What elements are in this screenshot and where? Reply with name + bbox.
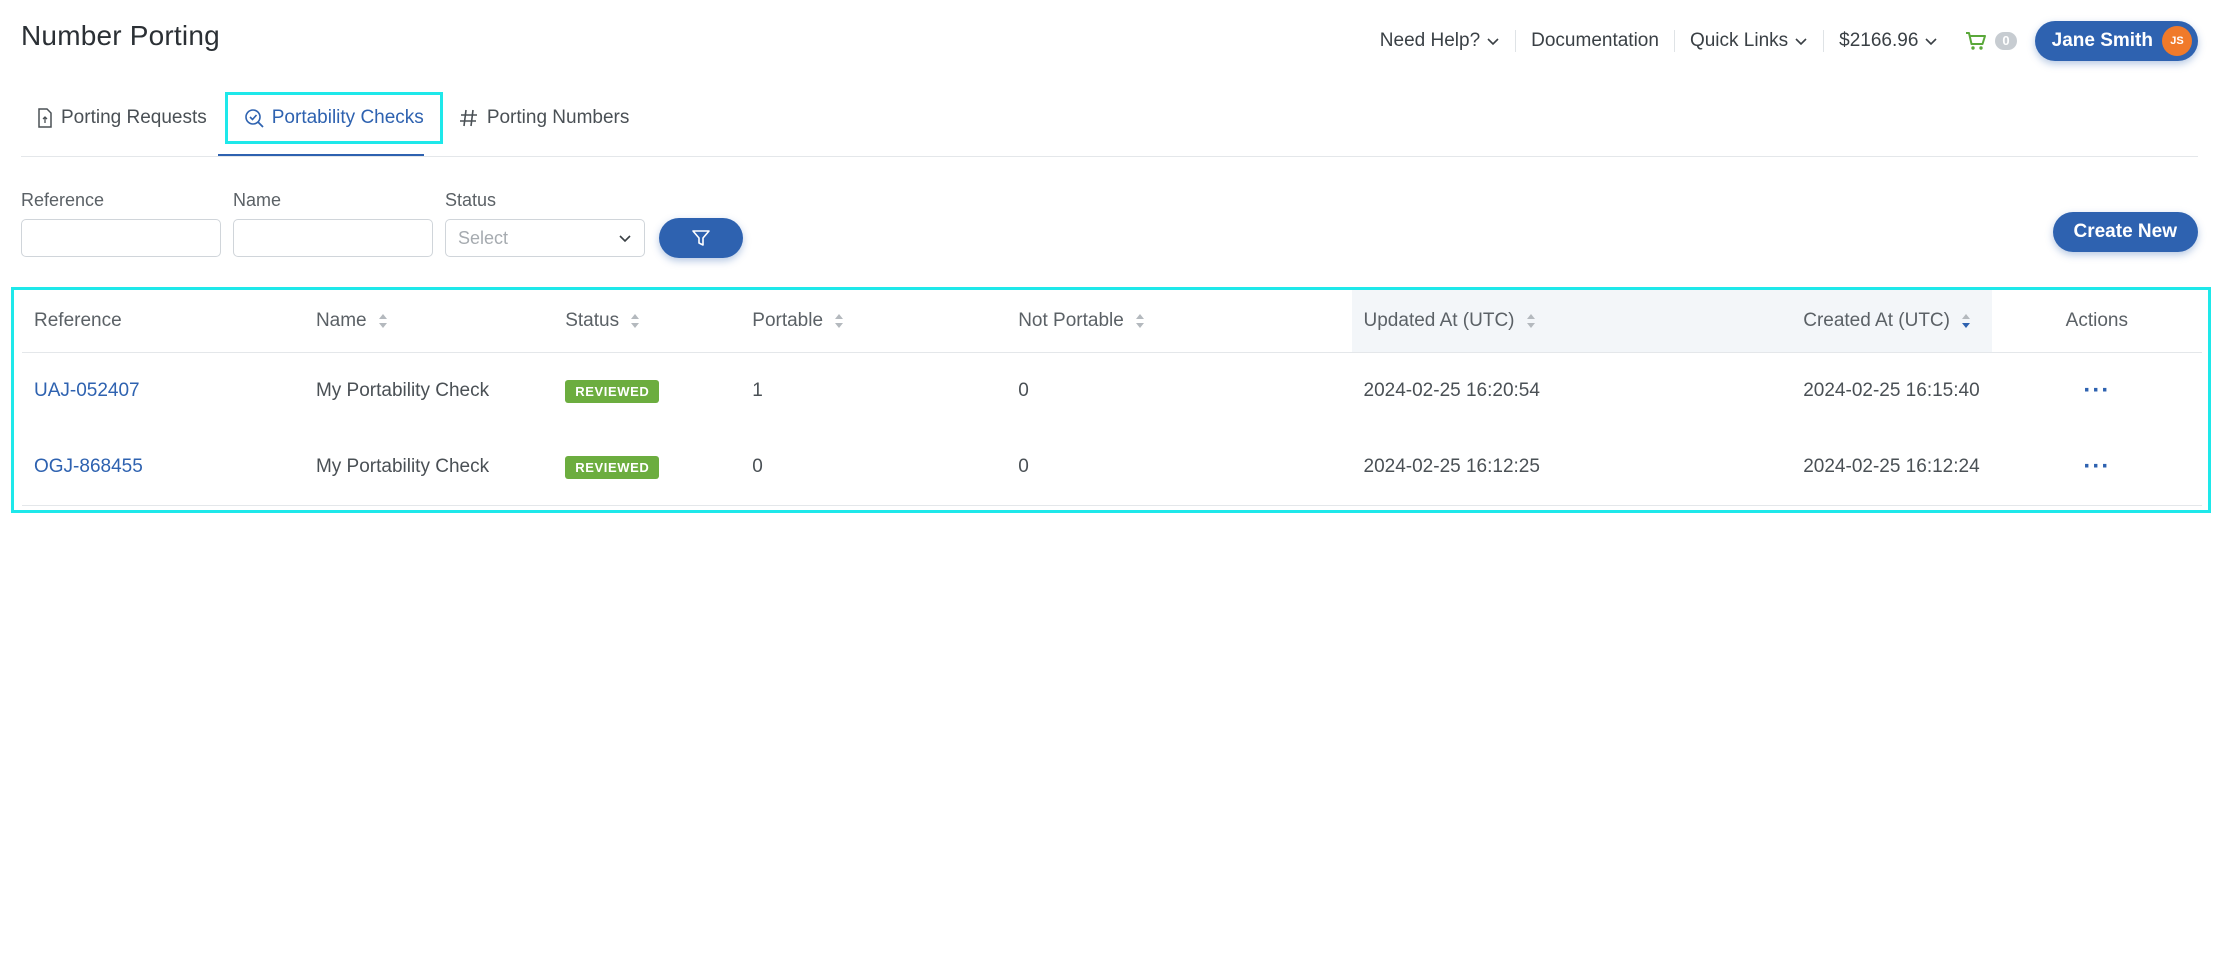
name-cell: My Portability Check <box>315 380 490 401</box>
sort-icon[interactable] <box>630 313 640 329</box>
active-tab-indicator <box>218 154 424 156</box>
column-header-created-at[interactable]: Created At (UTC) <box>1791 290 1992 353</box>
column-header-status[interactable]: Status <box>553 290 741 353</box>
hash-icon <box>459 109 477 127</box>
balance-amount: $2166.96 <box>1839 30 1919 51</box>
user-name: Jane Smith <box>2051 30 2153 51</box>
name-input[interactable] <box>233 219 433 257</box>
row-actions-menu-icon[interactable]: ··· <box>2083 453 2110 480</box>
reference-link[interactable]: OGJ-868455 <box>34 456 143 477</box>
created-at-cell: 2024-02-25 16:15:40 <box>1803 380 1980 401</box>
column-header-portable[interactable]: Portable <box>740 290 1007 353</box>
filter-icon <box>692 230 710 246</box>
tab-porting-requests[interactable]: Porting Requests <box>21 92 223 144</box>
portability-checks-table: Reference Name Status Portable Not Porta… <box>11 287 2211 513</box>
page-title: Number Porting <box>21 20 220 51</box>
tab-label: Porting Requests <box>61 107 207 128</box>
user-menu-button[interactable]: Jane Smith JS <box>2034 21 2198 61</box>
reference-filter: Reference <box>21 190 221 257</box>
status-filter: Status Select <box>445 190 645 257</box>
quick-links-menu[interactable]: Quick Links <box>1675 30 1823 52</box>
sort-icon[interactable] <box>1526 313 1536 329</box>
sort-desc-icon[interactable] <box>1961 313 1971 329</box>
not-portable-cell: 0 <box>1018 380 1029 401</box>
tab-bar: Porting Requests Portability Checks Port… <box>21 92 2198 157</box>
tab-label: Portability Checks <box>271 107 424 128</box>
name-filter: Name <box>233 190 433 257</box>
create-new-button[interactable]: Create New <box>2052 212 2198 252</box>
name-filter-label: Name <box>233 190 282 210</box>
avatar: JS <box>2162 26 2192 56</box>
column-header-not-portable[interactable]: Not Portable <box>1006 290 1352 353</box>
chevron-down-icon <box>1925 38 1937 46</box>
need-help-menu[interactable]: Need Help? <box>1365 30 1515 52</box>
check-search-icon <box>244 109 264 128</box>
tab-label: Porting Numbers <box>486 107 630 128</box>
cart-icon <box>1966 32 1987 50</box>
column-header-name[interactable]: Name <box>303 290 554 353</box>
column-header-actions: Actions <box>1991 290 2202 353</box>
portable-cell: 1 <box>752 380 763 401</box>
chevron-down-icon <box>619 235 631 243</box>
status-badge: REVIEWED <box>565 455 660 479</box>
table-header-row: Reference Name Status Portable Not Porta… <box>22 290 2202 353</box>
updated-at-cell: 2024-02-25 16:12:25 <box>1351 429 1792 506</box>
cart-button[interactable]: 0 <box>1953 31 2034 51</box>
column-header-reference: Reference <box>22 290 304 353</box>
tab-porting-numbers[interactable]: Porting Numbers <box>443 92 646 144</box>
status-select-placeholder: Select <box>458 227 509 248</box>
portable-cell: 0 <box>740 429 1007 506</box>
table-row: OGJ-868455 My Portability Check REVIEWED… <box>22 429 2202 506</box>
reference-link[interactable]: UAJ-052407 <box>34 380 140 401</box>
tab-portability-checks[interactable]: Portability Checks <box>224 92 443 144</box>
reference-input[interactable] <box>21 219 221 257</box>
not-portable-cell: 0 <box>1006 429 1352 506</box>
chevron-down-icon <box>1795 38 1807 46</box>
need-help-label: Need Help? <box>1379 30 1481 51</box>
sort-icon[interactable] <box>378 313 388 329</box>
cart-count-badge: 0 <box>1995 32 2017 50</box>
file-icon <box>38 108 52 128</box>
table-row: UAJ-052407 My Portability Check REVIEWED… <box>22 353 2202 430</box>
apply-filter-button[interactable] <box>659 218 743 258</box>
top-nav: Need Help? Documentation Quick Links $21… <box>1365 20 2198 62</box>
documentation-label: Documentation <box>1531 30 1659 51</box>
quick-links-label: Quick Links <box>1689 30 1789 51</box>
created-at-cell: 2024-02-25 16:12:24 <box>1791 429 1992 506</box>
sort-icon[interactable] <box>834 313 844 329</box>
updated-at-cell: 2024-02-25 16:20:54 <box>1363 380 1540 401</box>
documentation-link[interactable]: Documentation <box>1516 30 1674 52</box>
row-actions-menu-icon[interactable]: ··· <box>2083 377 2110 404</box>
balance-menu[interactable]: $2166.96 <box>1824 30 1953 52</box>
chevron-down-icon <box>1487 38 1499 46</box>
status-filter-label: Status <box>445 190 497 210</box>
sort-icon[interactable] <box>1135 313 1145 329</box>
status-select[interactable]: Select <box>445 219 645 257</box>
column-header-updated-at[interactable]: Updated At (UTC) <box>1351 290 1792 353</box>
filter-bar: Reference Name Status Select <box>21 190 743 258</box>
reference-filter-label: Reference <box>21 190 105 210</box>
status-badge: REVIEWED <box>565 379 660 403</box>
name-cell: My Portability Check <box>303 429 554 506</box>
